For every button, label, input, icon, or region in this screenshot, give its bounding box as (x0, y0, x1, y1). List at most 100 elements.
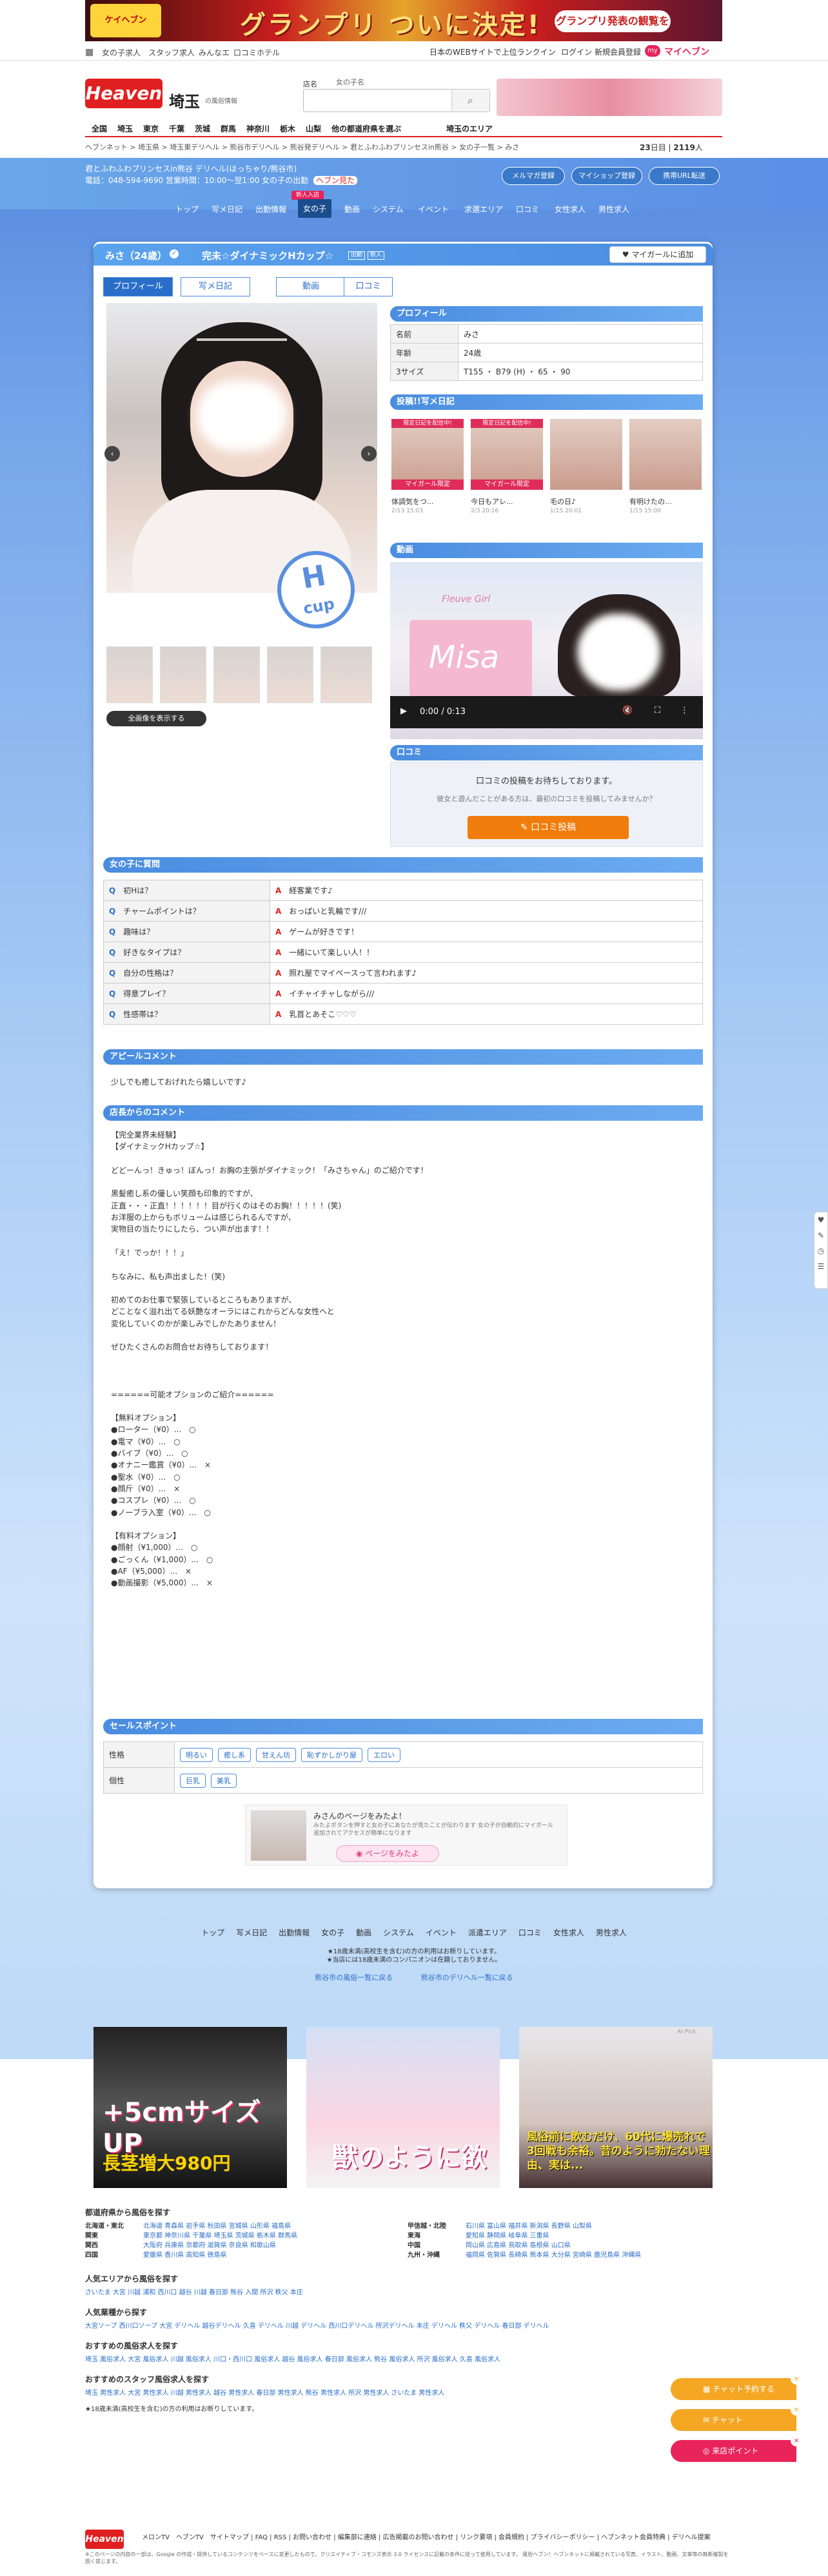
visit-point-float-button[interactable]: ◎ 来店ポイント (671, 2440, 796, 2462)
login-link[interactable]: ログイン (561, 46, 592, 57)
tab-profile[interactable]: プロフィール (103, 277, 173, 296)
breadcrumb[interactable]: ヘブンネット > 埼玉県 > 埼玉東デリヘル > 熊谷市デリヘル > 熊谷発デリ… (85, 142, 519, 152)
topnav-ranking-link[interactable]: 日本のWEBサイトで上位ランクイン (429, 46, 556, 57)
shop-nav-area[interactable]: 求選エリア (464, 204, 503, 215)
prefecture-list[interactable]: 東京都 神奈川県 千葉県 埼玉県 茨城県 栃木県 群馬県 (143, 2232, 297, 2240)
footer-nav-link[interactable]: イベント (426, 1927, 457, 1938)
ad-image-2[interactable]: 獣のように欲 (306, 2027, 500, 2188)
area-tab-yamanashi[interactable]: 山梨 (306, 123, 321, 134)
area-tab-chiba[interactable]: 千葉 (169, 123, 184, 134)
footer-nav-link[interactable]: 派遣エリア (468, 1927, 507, 1938)
sales-pill[interactable]: 巨乳 (180, 1773, 206, 1788)
register-link[interactable]: 新規会員登録 (595, 46, 641, 57)
shop-nav-video[interactable]: 動画 (344, 204, 360, 215)
grid-icon[interactable]: ▦ (85, 47, 94, 57)
sales-pill[interactable]: 美乳 (211, 1773, 237, 1788)
shop-nav-event[interactable]: イベント (418, 204, 449, 215)
footer-nav-link[interactable]: 出勤情報 (279, 1927, 310, 1938)
prefecture-row[interactable]: 四国 愛媛県 香川県 高知県 徳島県 (85, 2251, 382, 2260)
topnav-link-staff-job[interactable]: スタッフ求人 (148, 47, 195, 58)
area-tab-kanagawa[interactable]: 神奈川 (246, 123, 270, 134)
prefecture-row[interactable]: 甲信越・北陸 石川県 富山県 福井県 新潟県 長野県 山梨県 (408, 2222, 717, 2231)
shop-nav-men-job[interactable]: 男性求人 (598, 204, 629, 215)
search-icon[interactable]: ⌕ (451, 90, 489, 111)
chat-float-button[interactable]: ✉ チャット (671, 2409, 796, 2431)
close-icon[interactable]: × (791, 2435, 802, 2446)
mute-icon[interactable]: 🔇 (622, 706, 633, 715)
prefecture-row[interactable]: 中国 岡山県 広島県 鳥取県 島根県 山口県 (408, 2241, 717, 2251)
ad-image-3[interactable]: 風俗前に飲むだけ、60代に爆売れで3回戦も余裕。昔のように勃たない理由、実は..… (519, 2027, 713, 2188)
post-review-button[interactable]: ✎ 口コミ投稿 (468, 816, 629, 839)
prefecture-row[interactable]: 九州・沖縄 福岡県 佐賀県 長崎県 熊本県 大分県 宮崎県 鹿児島県 沖縄県 (408, 2251, 717, 2260)
footer-nav-link[interactable]: トップ (201, 1927, 224, 1938)
prefecture-list[interactable]: 大阪府 兵庫県 京都府 滋賀県 奈良県 和歌山県 (143, 2242, 276, 2249)
close-icon[interactable]: × (791, 2373, 802, 2385)
footer-nav-link[interactable]: 女の子 (321, 1927, 344, 1938)
my-heaven-link[interactable]: マイヘブン (664, 45, 709, 58)
sales-pill[interactable]: 恥ずかしがり屋 (301, 1747, 362, 1762)
sales-pill[interactable]: 癒し系 (218, 1747, 251, 1762)
header-ad-image[interactable] (497, 79, 722, 116)
footer-nav-link[interactable]: 女性求人 (553, 1927, 584, 1938)
footer-links[interactable]: メロンTV ヘブンTV サイトマップ | FAQ | RSS | お問い合わせ … (142, 2532, 711, 2541)
diary-item[interactable]: 有明けたの... 1/15 15:00 (629, 419, 702, 534)
staff-job-links[interactable]: 埼玉 男性求人 大宮 男性求人 川越 男性求人 越谷 男性求人 春日部 男性求人… (85, 2388, 724, 2398)
photo-thumb-3[interactable] (213, 646, 260, 703)
fullscreen-icon[interactable]: ⛶ (655, 706, 660, 715)
footer-nav-link[interactable]: 口コミ (518, 1927, 542, 1938)
area-tab-other[interactable]: 他の都道府県を選ぶ (331, 123, 401, 134)
tab-video[interactable]: 動画 (276, 277, 346, 296)
area-tab-all[interactable]: 全国 (92, 123, 107, 134)
sales-pill[interactable]: 甘えん坊 (256, 1747, 296, 1762)
area-tab-gunma[interactable]: 群馬 (221, 123, 236, 134)
myshop-button[interactable]: マイショップ登録 (571, 167, 642, 185)
footer-nav-link[interactable]: 動画 (356, 1927, 371, 1938)
shop-name-line[interactable]: 君とふわふわプリンセスin熊谷 デリヘル(ほっちゃり/熊谷市) (85, 163, 297, 174)
prefecture-list[interactable]: 福岡県 佐賀県 長崎県 熊本県 大分県 宮崎県 鹿児島県 沖縄県 (466, 2252, 641, 2259)
topnav-link-hotel[interactable]: 口コミホテル (233, 47, 280, 58)
diary-item[interactable]: 限定日記を配信中! マイガール限定 体調気をつ... 2/13 15:03 (391, 419, 464, 534)
area-tab-tokyo[interactable]: 東京 (143, 123, 159, 134)
sales-pill[interactable]: 明るい (180, 1747, 213, 1762)
shop-nav-schedule[interactable]: 出勤情報 (255, 204, 286, 215)
topnav-link-minnae[interactable]: みんなエ (199, 47, 230, 58)
area-tab-saitama[interactable]: 埼玉 (117, 123, 133, 134)
play-icon[interactable]: ▶ (400, 706, 407, 716)
prefecture-list[interactable]: 愛知県 静岡県 岐阜県 三重県 (466, 2232, 549, 2240)
popular-genre-links[interactable]: 大宮ソープ 西川口ソープ 大宮 デリヘル 越谷デリヘル 久喜 デリヘル 川越 デ… (85, 2321, 724, 2331)
job-links[interactable]: 埼玉 風俗求人 大宮 風俗求人 川越 風俗求人 川口・西川口 風俗求人 越谷 風… (85, 2355, 724, 2365)
shop-nav-diary[interactable]: 写メ日記 (212, 204, 242, 215)
top-ad-banner[interactable]: ケイヘブン グランプリ ついに決定! グランプリ発表の観覧を (85, 0, 722, 41)
shop-nav-system[interactable]: システム (373, 204, 404, 215)
tab-review[interactable]: 口コミ (344, 277, 393, 296)
topnav-link-girls-job[interactable]: 女の子求人 (102, 47, 141, 58)
chevron-right-icon[interactable]: › (361, 446, 377, 461)
ad-image-1[interactable]: +5cmサイズUP 長茎増大980円 (94, 2027, 287, 2188)
favorite-icon[interactable]: ♥ (814, 1212, 827, 1228)
mita-button[interactable]: ◉ ページをみたよ (336, 1845, 439, 1862)
prefecture-list[interactable]: 石川県 富山県 福井県 新潟県 長野県 山梨県 (466, 2223, 592, 2230)
area-tab-ibaraki[interactable]: 茨城 (195, 123, 210, 134)
shop-nav-girls[interactable]: 女の子 (298, 199, 332, 218)
footer-nav-link[interactable]: システム (383, 1927, 414, 1938)
photo-thumb-4[interactable] (267, 646, 313, 703)
menu-icon[interactable]: ☰ (814, 1259, 827, 1274)
footer-logo[interactable]: Heaven (85, 2530, 124, 2549)
sales-pill[interactable]: エロい (368, 1747, 400, 1762)
photo-thumb-2[interactable] (160, 646, 206, 703)
photo-thumb-1[interactable] (106, 646, 153, 703)
prefecture-list[interactable]: 北海道 青森県 岩手県 秋田県 宮城県 山形県 福島県 (143, 2223, 291, 2230)
prefecture-row[interactable]: 東海 愛知県 静岡県 岐阜県 三重県 (408, 2231, 717, 2241)
prefecture-row[interactable]: 関西 大阪府 兵庫県 京都府 滋賀県 奈良県 和歌山県 (85, 2241, 382, 2251)
area-tab-saitama-area[interactable]: 埼玉のエリア (446, 123, 493, 134)
popular-area-links[interactable]: さいたま 大宮 川越 浦和 西川口 越谷 川越 春日部 熊谷 入間 所沢 秩父 … (85, 2288, 724, 2298)
more-icon[interactable]: ⋮ (680, 706, 689, 715)
prefecture-list[interactable]: 愛媛県 香川県 高知県 徳島県 (143, 2252, 227, 2259)
add-mygirl-button[interactable]: ♥ マイガールに追加 (609, 246, 706, 263)
prefecture-list[interactable]: 岡山県 広島県 鳥取県 島根県 山口県 (466, 2242, 571, 2249)
footer-nav-link[interactable]: 写メ日記 (236, 1927, 267, 1938)
diary-item[interactable]: 限定日記を配信中! マイガール限定 今日もアレ... 2/3 20:16 (471, 419, 543, 534)
photo-thumb-5[interactable] (320, 646, 372, 703)
mailmag-button[interactable]: メルマガ登録 (502, 167, 565, 185)
chevron-left-icon[interactable]: ‹ (104, 446, 120, 461)
